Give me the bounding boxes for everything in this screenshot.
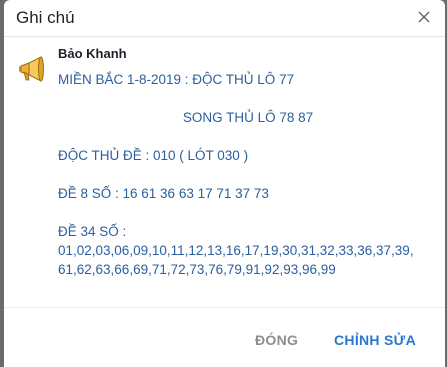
note-line: MIỀN BẮC 1-8-2019 : ĐỘC THỦ LÔ 77 <box>58 72 295 87</box>
note-author: Bảo Khanh <box>58 46 127 61</box>
dialog-title: Ghi chú <box>16 8 75 27</box>
note-line: 01,02,03,06,09,10,11,12,13,16,17,19,30,3… <box>58 243 414 258</box>
note-dialog: Ghi chú Bảo Khanh MIỀN BẮC 1-8-2019 : ĐỘ… <box>4 0 445 367</box>
note-line: 61,62,63,66,69,71,72,73,76,79,91,92,93,9… <box>58 262 336 277</box>
note-line: ĐỘC THỦ ĐỀ : 010 ( LÓT 030 ) <box>58 148 249 163</box>
dialog-footer: ĐÓNG CHỈNH SỬA <box>4 307 445 367</box>
note-line: ĐỀ 8 SỐ : 16 61 36 63 17 71 37 73 <box>58 186 269 201</box>
megaphone-icon <box>16 53 48 85</box>
dialog-header: Ghi chú <box>4 0 445 37</box>
close-icon[interactable] <box>413 6 435 28</box>
note-line: ĐỀ 34 SỐ : <box>58 224 127 239</box>
note-body: Bảo Khanh MIỀN BẮC 1-8-2019 : ĐỘC THỦ LÔ… <box>4 37 445 307</box>
note-content: MIỀN BẮC 1-8-2019 : ĐỘC THỦ LÔ 77 SONG T… <box>58 70 438 279</box>
note-line: SONG THỦ LÔ 78 87 <box>182 110 314 125</box>
edit-button[interactable]: CHỈNH SỬA <box>334 332 416 348</box>
close-button[interactable]: ĐÓNG <box>255 332 298 348</box>
